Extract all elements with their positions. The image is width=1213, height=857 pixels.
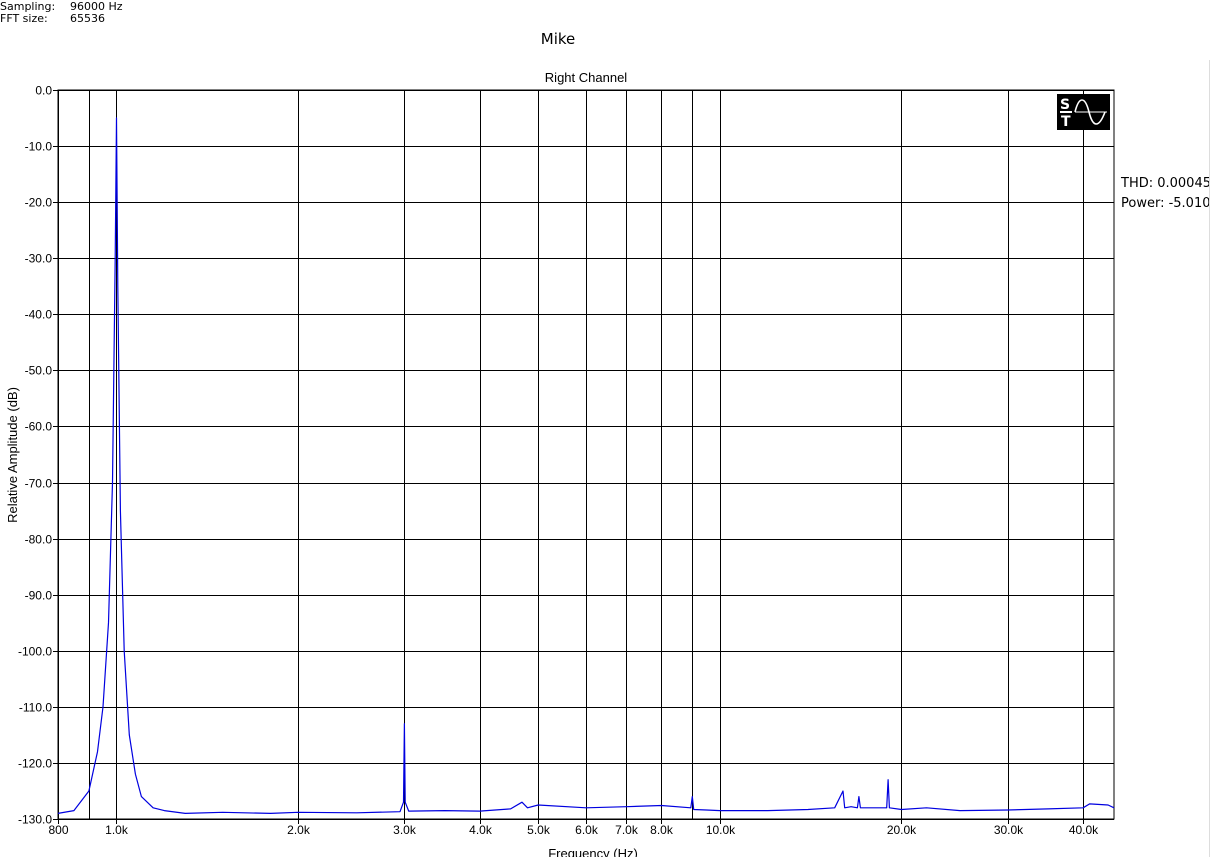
x-axis-label: Frequency (Hz): [548, 846, 638, 857]
stats-panel: THD: 0.00045 Power: -5.010: [1121, 174, 1211, 214]
x-tick-label: 6.0k: [575, 823, 599, 837]
y-tick-label: 0.0: [35, 84, 52, 98]
y-axis-label: Relative Amplitude (dB): [5, 387, 20, 523]
y-tick-label: -20.0: [25, 196, 53, 210]
y-tick-label: -90.0: [25, 589, 53, 603]
thd-readout: THD: 0.00045: [1121, 176, 1211, 191]
x-tick-label: 3.0k: [393, 823, 417, 837]
svg-text:T: T: [1061, 114, 1071, 130]
x-tick-label: 1.0k: [105, 823, 129, 837]
spectrum-chart: 0.0 -10.0 -20.0 -30.0 -40.0 -50.0 -60.0 -70.0 -8…: [5, 70, 1115, 857]
y-tick-label: -30.0: [25, 252, 53, 266]
x-tick-label: 40.0k: [1069, 823, 1099, 837]
y-tick-label: -100.0: [18, 645, 52, 659]
svg-text:S: S: [1060, 97, 1070, 113]
y-tick-label: -130.0: [18, 813, 52, 827]
x-tick-label: 8.0k: [650, 823, 674, 837]
x-tick-label: 7.0k: [615, 823, 639, 837]
y-tick-label: -110.0: [19, 701, 52, 715]
x-tick-label: 30.0k: [994, 823, 1024, 837]
y-tick-label: -50.0: [25, 364, 53, 378]
x-tick-label: 20.0k: [887, 823, 917, 837]
x-tick-label: 800: [48, 823, 68, 837]
chart-title: Right Channel: [545, 70, 627, 85]
x-tick-label: 2.0k: [287, 823, 311, 837]
y-tick-label: -40.0: [25, 308, 53, 322]
y-tick-label: -10.0: [25, 140, 53, 154]
x-tick-label: 10.0k: [706, 823, 736, 837]
divider: [1209, 60, 1210, 857]
y-tick-label: -80.0: [25, 533, 53, 547]
spectrum-analyzer-logo: S T: [1057, 94, 1110, 130]
y-tick-label: -120.0: [18, 757, 52, 771]
y-tick-label: -70.0: [25, 477, 53, 491]
x-tick-label: 5.0k: [527, 823, 551, 837]
x-tick-label: 4.0k: [469, 823, 493, 837]
power-readout: Power: -5.010: [1121, 196, 1211, 211]
y-tick-label: -60.0: [25, 420, 53, 434]
